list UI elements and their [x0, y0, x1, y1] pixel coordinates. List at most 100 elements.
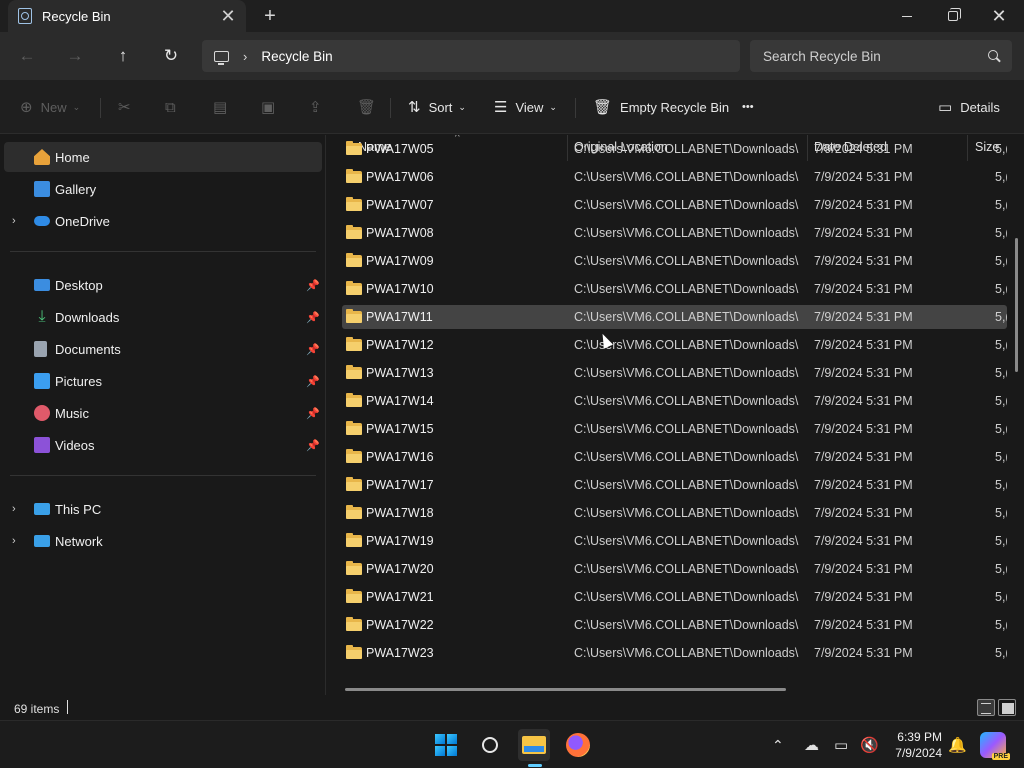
- pin-icon[interactable]: 📌: [306, 439, 320, 452]
- chevron-right-icon[interactable]: ›: [243, 49, 247, 64]
- sidebar-item-downloads[interactable]: ⤓ Downloads 📌: [4, 302, 322, 332]
- file-row[interactable]: PWA17W07 C:\Users\VM6.COLLABNET\Downloads…: [342, 193, 1007, 217]
- file-size: 5,(: [995, 282, 1007, 296]
- this-pc-icon[interactable]: [214, 50, 229, 65]
- more-options-button[interactable]: •••: [742, 94, 754, 120]
- notification-bell-icon[interactable]: 🔔: [948, 721, 967, 768]
- up-button[interactable]: ↑: [108, 42, 138, 70]
- sidebar-item-this-pc[interactable]: › This PC: [4, 494, 322, 524]
- original-location: C:\Users\VM6.COLLABNET\Downloads\...: [574, 226, 799, 240]
- file-row[interactable]: PWA17W08 C:\Users\VM6.COLLABNET\Downloads…: [342, 221, 1007, 245]
- taskbar-firefox[interactable]: [562, 729, 594, 761]
- file-row[interactable]: PWA17W21 C:\Users\VM6.COLLABNET\Downloads…: [342, 585, 1007, 609]
- file-row[interactable]: PWA17W11 C:\Users\VM6.COLLABNET\Downloads…: [342, 305, 1007, 329]
- date-deleted: 7/9/2024 5:31 PM: [814, 310, 913, 324]
- sidebar-item-music[interactable]: Music 📌: [4, 398, 322, 428]
- new-tab-button[interactable]: +: [258, 6, 282, 26]
- forward-button[interactable]: →: [60, 42, 90, 70]
- search-icon[interactable]: [988, 50, 998, 60]
- file-row[interactable]: PWA17W13 C:\Users\VM6.COLLABNET\Downloads…: [342, 361, 1007, 385]
- file-row[interactable]: PWA17W12 C:\Users\VM6.COLLABNET\Downloads…: [342, 333, 1007, 357]
- file-row[interactable]: PWA17W20 C:\Users\VM6.COLLABNET\Downloads…: [342, 557, 1007, 581]
- sidebar-item-documents[interactable]: Documents 📌: [4, 334, 322, 364]
- chevron-right-icon[interactable]: ›: [12, 215, 16, 227]
- pin-icon[interactable]: 📌: [306, 279, 320, 292]
- copy-button[interactable]: ⧉: [165, 94, 184, 120]
- folder-icon: [346, 197, 362, 211]
- file-row[interactable]: PWA17W18 C:\Users\VM6.COLLABNET\Downloads…: [342, 501, 1007, 525]
- maximize-button[interactable]: [930, 0, 976, 32]
- display-icon[interactable]: ▭: [834, 721, 848, 768]
- onedrive-tray-icon[interactable]: ☁: [804, 721, 819, 768]
- volume-muted-icon[interactable]: 🔇: [860, 721, 879, 768]
- file-row[interactable]: PWA17W14 C:\Users\VM6.COLLABNET\Downloads…: [342, 389, 1007, 413]
- date-deleted: 7/9/2024 5:31 PM: [814, 506, 913, 520]
- sidebar-item-videos[interactable]: Videos 📌: [4, 430, 322, 460]
- sort-button[interactable]: ⇅ Sort ⌄: [408, 94, 466, 120]
- pin-icon[interactable]: 📌: [306, 375, 320, 388]
- tab-close-icon[interactable]: ✕: [218, 6, 238, 26]
- refresh-button[interactable]: ↻: [156, 42, 186, 70]
- share-button[interactable]: ⇪: [309, 94, 330, 120]
- new-button[interactable]: ⊕ New ⌄: [20, 94, 80, 120]
- details-pane-button[interactable]: ▭ Details: [938, 94, 1000, 120]
- sidebar-item-label: OneDrive: [55, 213, 110, 229]
- sidebar-item-onedrive[interactable]: › OneDrive: [4, 206, 322, 236]
- vertical-scrollbar[interactable]: [1015, 238, 1018, 372]
- copilot-button[interactable]: PRE: [980, 732, 1010, 760]
- pin-icon[interactable]: 📌: [306, 407, 320, 420]
- file-row[interactable]: PWA17W10 C:\Users\VM6.COLLABNET\Downloads…: [342, 277, 1007, 301]
- chevron-down-icon: ⌄: [72, 101, 81, 112]
- start-button[interactable]: [430, 729, 462, 761]
- file-row[interactable]: PWA17W23 C:\Users\VM6.COLLABNET\Downloads…: [342, 641, 1007, 665]
- tab-recycle-bin[interactable]: Recycle Bin ✕: [8, 0, 246, 32]
- file-row[interactable]: PWA17W19 C:\Users\VM6.COLLABNET\Downloads…: [342, 529, 1007, 553]
- file-row[interactable]: PWA17W06 C:\Users\VM6.COLLABNET\Downloads…: [342, 165, 1007, 189]
- original-location: C:\Users\VM6.COLLABNET\Downloads\...: [574, 282, 799, 296]
- copy-icon: ⧉: [165, 98, 176, 116]
- empty-recycle-bin-label: Empty Recycle Bin: [620, 99, 730, 115]
- folder-icon: [346, 141, 362, 155]
- show-hidden-icons-button[interactable]: ⌃: [772, 721, 784, 768]
- details-view-button[interactable]: [977, 699, 995, 716]
- view-button[interactable]: ☰ View ⌄: [494, 94, 557, 120]
- sidebar-item-desktop[interactable]: Desktop 📌: [4, 270, 322, 300]
- pin-icon[interactable]: 📌: [306, 311, 320, 324]
- chevron-right-icon[interactable]: ›: [12, 535, 16, 547]
- file-row[interactable]: PWA17W09 C:\Users\VM6.COLLABNET\Downloads…: [342, 249, 1007, 273]
- large-icons-view-button[interactable]: [998, 699, 1016, 716]
- paste-button[interactable]: ▤: [213, 94, 235, 120]
- sidebar-item-pictures[interactable]: Pictures 📌: [4, 366, 322, 396]
- sidebar-item-gallery[interactable]: Gallery: [4, 174, 322, 204]
- cut-button[interactable]: ✂: [118, 94, 139, 120]
- status-bar: 69 items: [0, 695, 1024, 720]
- system-clock[interactable]: 6:39 PM 7/9/2024: [884, 729, 942, 761]
- address-bar[interactable]: › Recycle Bin: [202, 40, 740, 72]
- sidebar-item-network[interactable]: › Network: [4, 526, 322, 556]
- chevron-right-icon[interactable]: ›: [12, 503, 16, 515]
- rename-button[interactable]: ▣: [261, 94, 283, 120]
- sidebar-item-home[interactable]: Home: [4, 142, 322, 172]
- delete-button[interactable]: 🗑: [357, 94, 384, 120]
- file-row[interactable]: PWA17W22 C:\Users\VM6.COLLABNET\Downloads…: [342, 613, 1007, 637]
- pin-icon[interactable]: 📌: [306, 343, 320, 356]
- back-button[interactable]: ←: [12, 42, 42, 70]
- file-size: 5,(: [995, 450, 1007, 464]
- file-explorer-icon: [522, 736, 546, 754]
- close-button[interactable]: ✕: [976, 0, 1022, 32]
- file-row[interactable]: PWA17W17 C:\Users\VM6.COLLABNET\Downloads…: [342, 473, 1007, 497]
- file-size: 5,(: [995, 590, 1007, 604]
- taskbar-file-explorer[interactable]: [518, 729, 550, 767]
- search-box[interactable]: [750, 40, 1012, 72]
- file-row[interactable]: PWA17W05 C:\Users\VM6.COLLABNET\Downloads…: [342, 137, 1007, 161]
- music-icon: [34, 405, 50, 421]
- breadcrumb-recycle-bin[interactable]: Recycle Bin: [261, 49, 332, 64]
- search-input[interactable]: [763, 48, 973, 64]
- file-row[interactable]: PWA17W16 C:\Users\VM6.COLLABNET\Downloads…: [342, 445, 1007, 469]
- date-deleted: 7/9/2024 5:31 PM: [814, 618, 913, 632]
- minimize-button[interactable]: [884, 0, 930, 32]
- file-row[interactable]: PWA17W15 C:\Users\VM6.COLLABNET\Downloads…: [342, 417, 1007, 441]
- empty-recycle-bin-button[interactable]: 🗑 Empty Recycle Bin: [593, 94, 729, 120]
- horizontal-scrollbar[interactable]: [345, 688, 786, 691]
- taskbar-search-button[interactable]: [474, 729, 506, 761]
